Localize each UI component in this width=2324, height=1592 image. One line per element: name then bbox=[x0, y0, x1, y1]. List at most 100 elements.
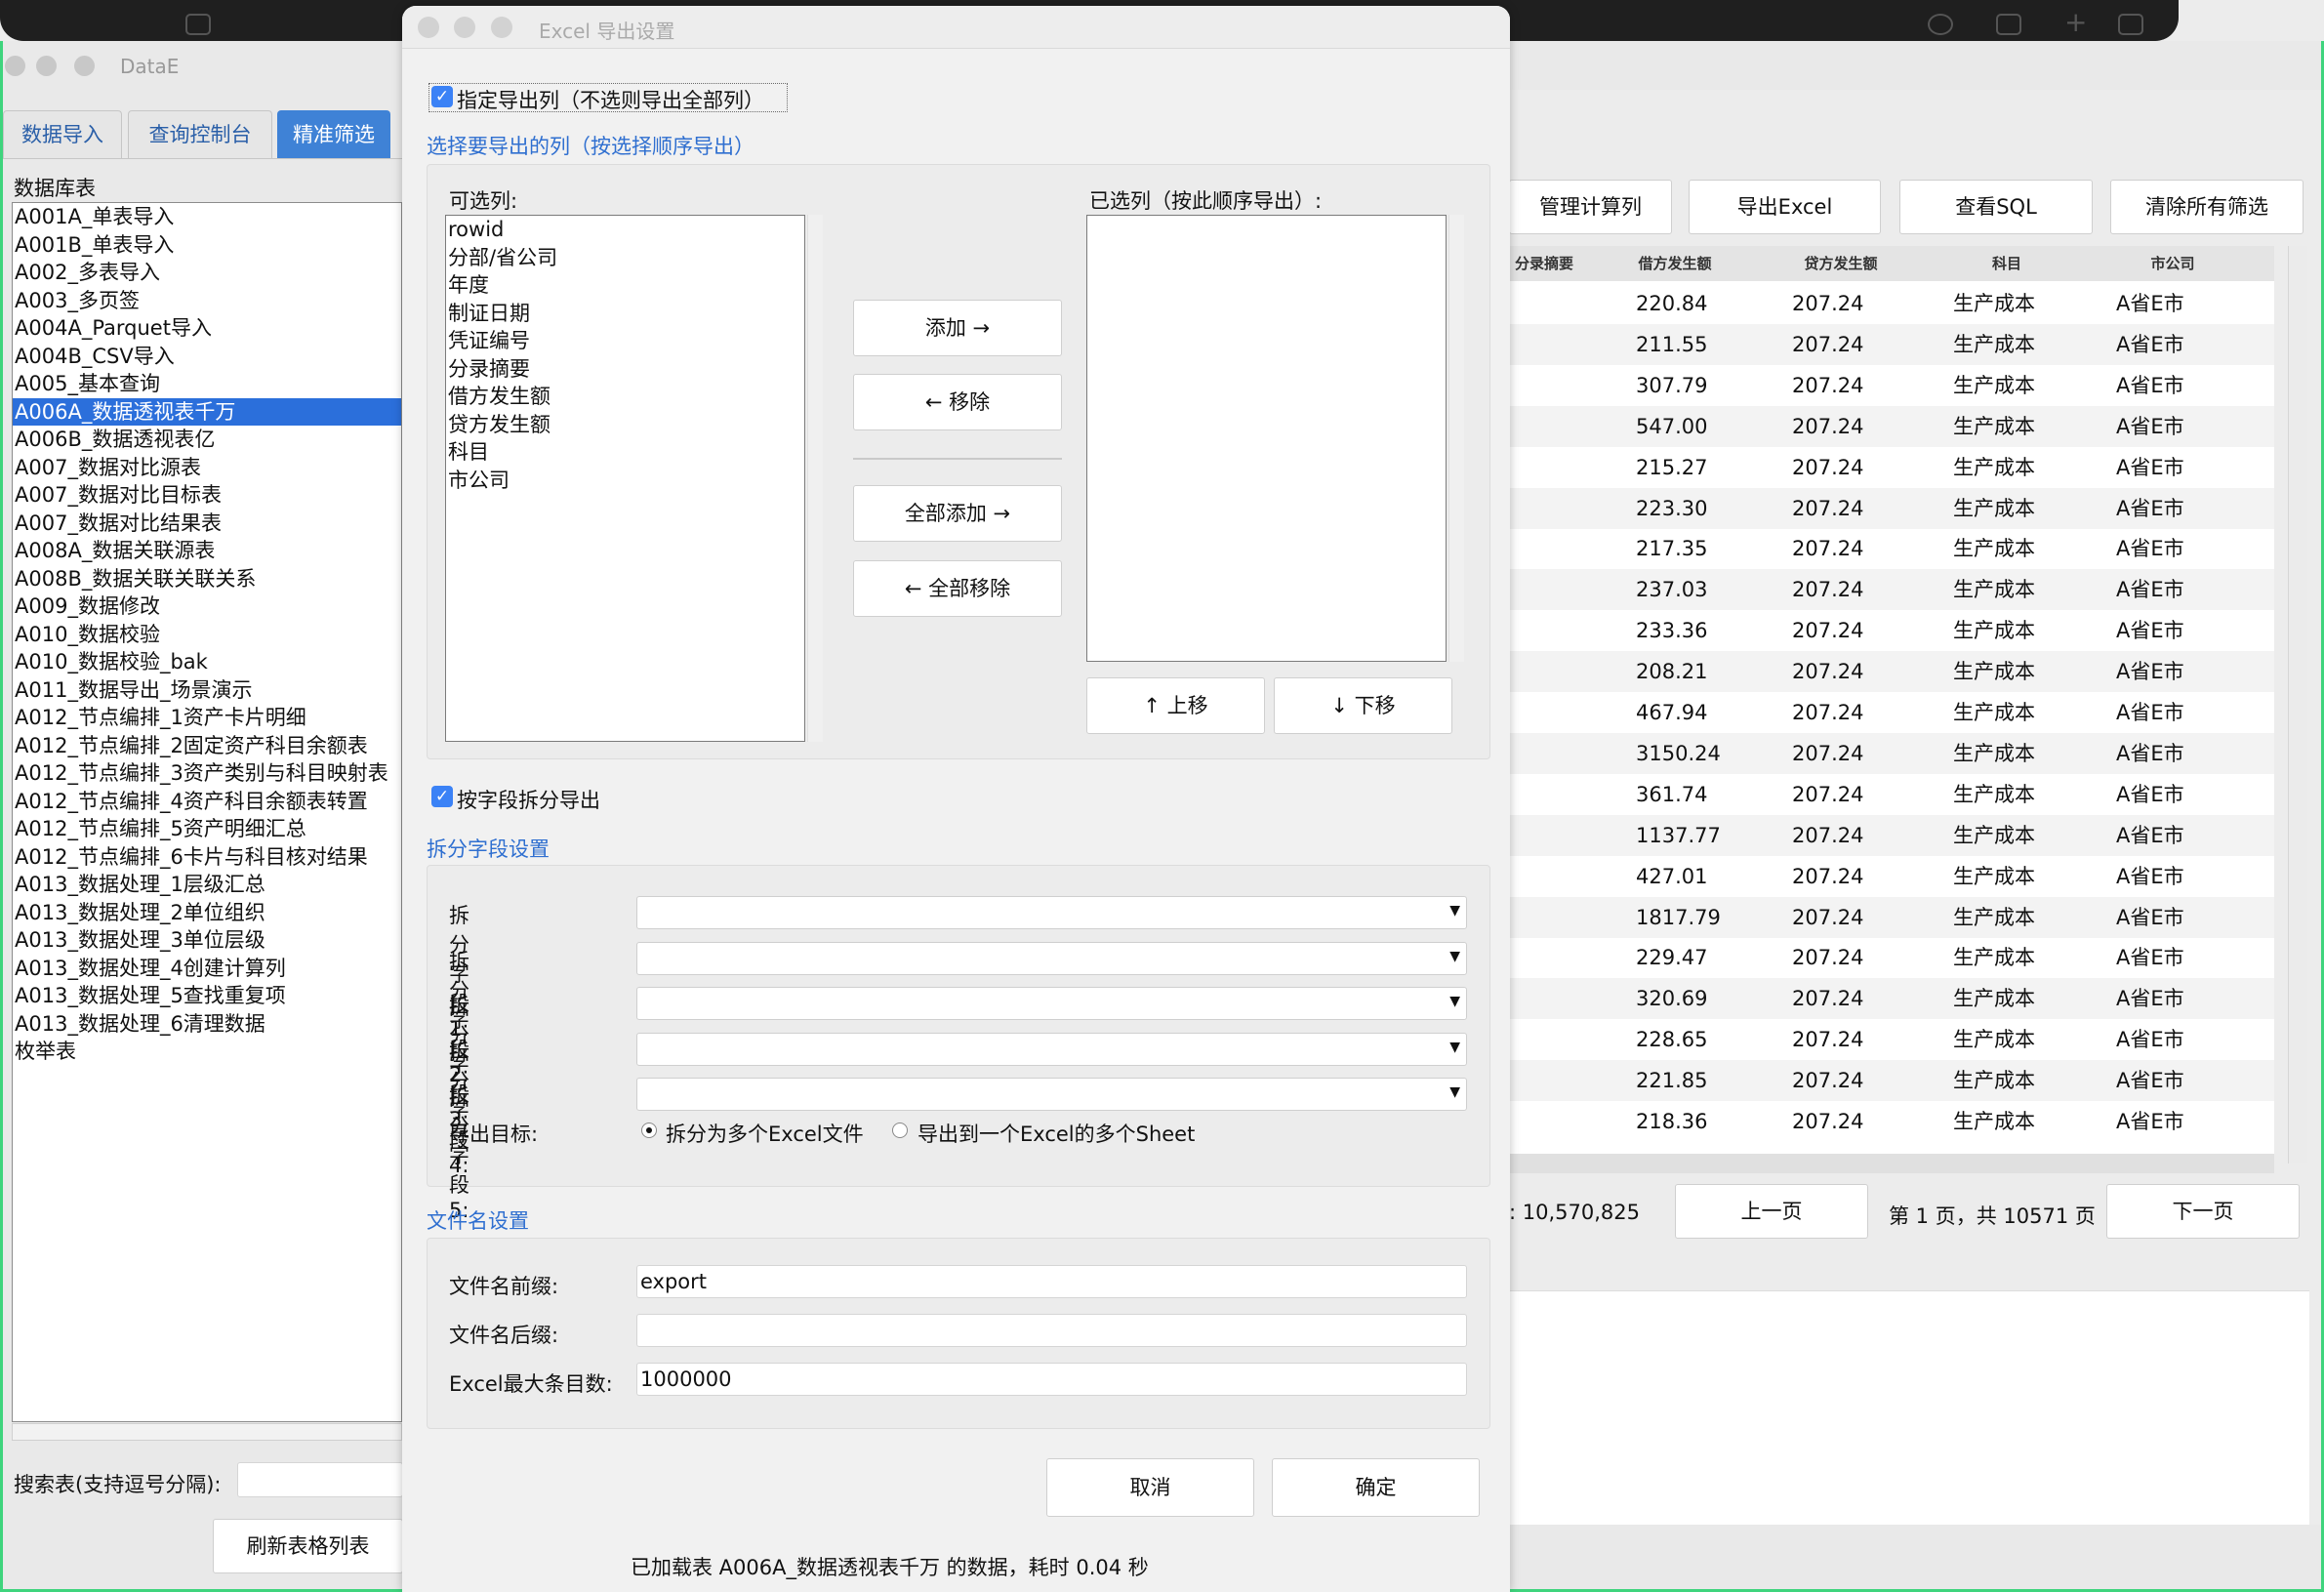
table-row[interactable]: 307.79 207.24 生产成本 A省E市 bbox=[1509, 365, 2274, 406]
available-list-item[interactable]: 市公司 bbox=[446, 467, 804, 495]
tab-data-import[interactable]: 数据导入 bbox=[3, 110, 122, 159]
split-export-label[interactable]: 按字段拆分导出 bbox=[457, 785, 600, 814]
table-row[interactable]: 361.74 207.24 生产成本 A省E市 bbox=[1509, 774, 2274, 815]
close-dot-icon[interactable] bbox=[5, 56, 25, 76]
tab-precise-filter[interactable]: 精准筛选 bbox=[277, 110, 390, 159]
table-list-item[interactable]: A012_节点编排_1资产卡片明细 bbox=[13, 704, 401, 732]
table-list-item[interactable]: A009_数据修改 bbox=[13, 592, 401, 621]
table-hscroll[interactable] bbox=[1509, 1154, 2274, 1173]
table-list-item[interactable]: A002_多表导入 bbox=[13, 259, 401, 287]
col-header-credit[interactable]: 贷方发生额 bbox=[1763, 246, 1919, 281]
available-list-item[interactable]: 科目 bbox=[446, 438, 804, 467]
table-list-item[interactable]: A013_数据处理_6清理数据 bbox=[13, 1010, 401, 1039]
table-row[interactable]: 220.84 207.24 生产成本 A省E市 bbox=[1509, 283, 2274, 324]
remove-button[interactable]: ← 移除 bbox=[853, 374, 1062, 430]
table-list-item[interactable]: 枚举表 bbox=[13, 1038, 401, 1066]
specify-columns-checkbox[interactable]: ✓ bbox=[431, 86, 453, 107]
available-list-item[interactable]: 凭证编号 bbox=[446, 327, 804, 355]
table-row[interactable]: 211.55 207.24 生产成本 A省E市 bbox=[1509, 323, 2274, 365]
available-list-item[interactable]: 分录摘要 bbox=[446, 355, 804, 384]
table-list-item[interactable]: A010_数据校验_bak bbox=[13, 648, 401, 676]
table-row[interactable]: 237.03 207.24 生产成本 A省E市 bbox=[1509, 569, 2274, 611]
col-header-summary[interactable]: 分录摘要 bbox=[1509, 246, 1573, 281]
search-input[interactable] bbox=[237, 1462, 403, 1497]
tab-query-console[interactable]: 查询控制台 bbox=[128, 110, 272, 159]
target-sheets-label[interactable]: 导出到一个Excel的多个Sheet bbox=[917, 1119, 1195, 1148]
available-list[interactable]: rowid 分部/省公司 年度 制证日期 凭证编号 分录摘要 借方发生额 贷方发生额 科目 市公司 bbox=[445, 215, 805, 742]
split-field-select[interactable]: ▼ bbox=[636, 1078, 1467, 1111]
table-list-item[interactable]: A007_数据对比目标表 bbox=[13, 481, 401, 510]
prefix-input[interactable]: export bbox=[636, 1265, 1467, 1298]
split-field-select[interactable]: ▼ bbox=[636, 1032, 1467, 1066]
dialog-close-dot-icon[interactable] bbox=[418, 17, 439, 38]
table-row[interactable]: 208.21 207.24 生产成本 A省E市 bbox=[1509, 651, 2274, 693]
available-list-item[interactable]: 贷方发生额 bbox=[446, 411, 804, 439]
table-row[interactable]: 320.69 207.24 生产成本 A省E市 bbox=[1509, 978, 2274, 1020]
table-row[interactable]: 547.00 207.24 生产成本 A省E市 bbox=[1509, 405, 2274, 447]
available-list-scrollbar[interactable] bbox=[807, 215, 823, 742]
table-row[interactable]: 427.01 207.24 生产成本 A省E市 bbox=[1509, 856, 2274, 897]
selected-list-scrollbar[interactable] bbox=[1448, 215, 1464, 662]
table-list-item[interactable]: A013_数据处理_5查找重复项 bbox=[13, 982, 401, 1010]
dialog-minimize-dot-icon[interactable] bbox=[454, 17, 475, 38]
table-list-item[interactable]: A006A_数据透视表千万 bbox=[13, 397, 401, 426]
table-list-item[interactable]: A001B_单表导入 bbox=[13, 231, 401, 260]
split-export-checkbox[interactable]: ✓ bbox=[431, 786, 453, 807]
table-list-item[interactable]: A008A_数据关联源表 bbox=[13, 537, 401, 565]
move-up-button[interactable]: ↑ 上移 bbox=[1086, 677, 1265, 734]
manage-calc-columns-button[interactable]: 管理计算列 bbox=[1509, 180, 1672, 234]
split-field-select[interactable]: ▼ bbox=[636, 987, 1467, 1020]
table-list-item[interactable]: A004B_CSV导入 bbox=[13, 343, 401, 371]
table-list-item[interactable]: A011_数据导出_场景演示 bbox=[13, 676, 401, 705]
clear-filters-button[interactable]: 清除所有筛选 bbox=[2110, 180, 2304, 234]
minimize-dot-icon[interactable] bbox=[36, 56, 57, 76]
dialog-zoom-dot-icon[interactable] bbox=[491, 17, 512, 38]
table-list-item[interactable]: A013_数据处理_3单位层级 bbox=[13, 926, 401, 955]
table-row[interactable]: 467.94 207.24 生产成本 A省E市 bbox=[1509, 692, 2274, 733]
col-header-city[interactable]: 市公司 bbox=[2095, 246, 2251, 281]
table-list-item[interactable]: A013_数据处理_4创建计算列 bbox=[13, 955, 401, 983]
ok-button[interactable]: 确定 bbox=[1272, 1458, 1480, 1517]
table-list-item[interactable]: A007_数据对比源表 bbox=[13, 454, 401, 482]
col-header-subject[interactable]: 科目 bbox=[1929, 246, 2085, 281]
table-list-item[interactable]: A003_多页签 bbox=[13, 287, 401, 315]
split-field-select[interactable]: ▼ bbox=[636, 896, 1467, 929]
table-row[interactable]: 223.30 207.24 生产成本 A省E市 bbox=[1509, 487, 2274, 529]
add-button[interactable]: 添加 → bbox=[853, 300, 1062, 356]
table-row[interactable]: 228.65 207.24 生产成本 A省E市 bbox=[1509, 1019, 2274, 1060]
available-list-item[interactable]: 分部/省公司 bbox=[446, 244, 804, 272]
add-all-button[interactable]: 全部添加 → bbox=[853, 485, 1062, 542]
table-row[interactable]: 3150.24 207.24 生产成本 A省E市 bbox=[1509, 732, 2274, 774]
table-list-item[interactable]: A007_数据对比结果表 bbox=[13, 510, 401, 538]
prev-page-button[interactable]: 上一页 bbox=[1675, 1184, 1868, 1239]
selected-list[interactable] bbox=[1086, 215, 1447, 662]
table-row[interactable]: 1137.77 207.24 生产成本 A省E市 bbox=[1509, 814, 2274, 856]
table-list-item[interactable]: A010_数据校验 bbox=[13, 621, 401, 649]
suffix-input[interactable] bbox=[636, 1314, 1467, 1347]
table-list-item[interactable]: A008B_数据关联关联关系 bbox=[13, 565, 401, 593]
table-list[interactable]: A001A_单表导入 A001B_单表导入 A002_多表导入 A003_多页签 A00… bbox=[12, 202, 402, 1422]
next-page-button[interactable]: 下一页 bbox=[2106, 1184, 2300, 1239]
max-rows-input[interactable]: 1000000 bbox=[636, 1363, 1467, 1396]
table-row[interactable]: 1817.79 207.24 生产成本 A省E市 bbox=[1509, 896, 2274, 938]
view-sql-button[interactable]: 查看SQL bbox=[1899, 180, 2093, 234]
table-list-hscroll[interactable] bbox=[12, 1423, 402, 1441]
table-list-item[interactable]: A004A_Parquet导入 bbox=[13, 314, 401, 343]
col-header-debit[interactable]: 借方发生额 bbox=[1597, 246, 1753, 281]
remove-all-button[interactable]: ← 全部移除 bbox=[853, 560, 1062, 617]
table-list-item[interactable]: A013_数据处理_1层级汇总 bbox=[13, 871, 401, 899]
table-row[interactable]: 229.47 207.24 生产成本 A省E市 bbox=[1509, 937, 2274, 978]
available-list-item[interactable]: 年度 bbox=[446, 271, 804, 300]
table-row[interactable]: 217.35 207.24 生产成本 A省E市 bbox=[1509, 528, 2274, 569]
table-list-item[interactable]: A006B_数据透视表亿 bbox=[13, 426, 401, 454]
table-row[interactable]: 233.36 207.24 生产成本 A省E市 bbox=[1509, 610, 2274, 651]
table-list-item[interactable]: A005_基本查询 bbox=[13, 370, 401, 398]
zoom-dot-icon[interactable] bbox=[74, 56, 95, 76]
move-down-button[interactable]: ↓ 下移 bbox=[1274, 677, 1452, 734]
split-field-select[interactable]: ▼ bbox=[636, 941, 1467, 975]
target-files-label[interactable]: 拆分为多个Excel文件 bbox=[666, 1119, 864, 1148]
table-row[interactable]: 221.85 207.24 生产成本 A省E市 bbox=[1509, 1060, 2274, 1102]
table-list-item[interactable]: A012_节点编排_5资产明细汇总 bbox=[13, 815, 401, 843]
table-vscroll[interactable] bbox=[2288, 246, 2307, 1163]
table-list-item[interactable]: A012_节点编排_4资产科目余额表转置 bbox=[13, 788, 401, 816]
